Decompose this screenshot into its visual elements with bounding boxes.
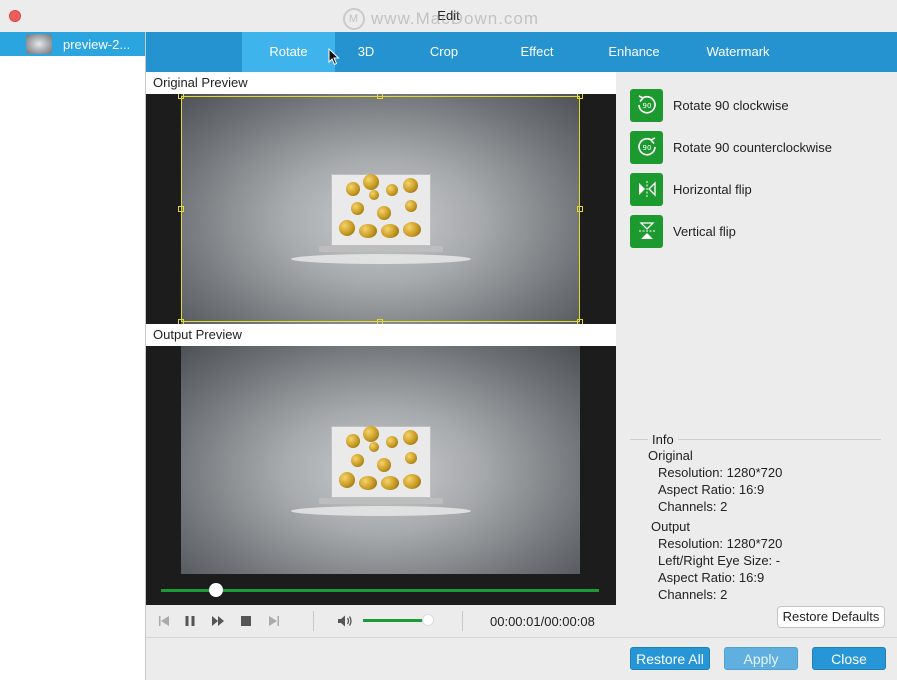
seek-track[interactable] xyxy=(161,589,599,592)
original-preview-label: Original Preview xyxy=(146,72,616,94)
restore-defaults-button[interactable]: Restore Defaults xyxy=(777,606,885,628)
tab-effect[interactable]: Effect xyxy=(506,32,568,72)
sidebar-item-file[interactable]: preview-2... xyxy=(0,32,145,56)
crop-handle[interactable] xyxy=(577,206,583,212)
original-preview-video xyxy=(146,94,616,324)
tab-3d[interactable]: 3D xyxy=(342,32,390,72)
output-preview-video xyxy=(146,346,616,575)
tab-watermark[interactable]: Watermark xyxy=(700,32,776,72)
divider xyxy=(462,611,463,631)
file-list-sidebar: preview-2... xyxy=(0,32,146,680)
skip-back-icon[interactable] xyxy=(156,613,172,629)
fast-forward-icon[interactable] xyxy=(210,613,226,629)
info-original-resolution: Resolution: 1280*720 xyxy=(658,465,783,480)
sidebar-item-label: preview-2... xyxy=(63,36,131,52)
horizontal-flip-button[interactable]: Horizontal flip xyxy=(630,172,752,206)
footer-bar: Restore All Apply Close xyxy=(146,637,897,680)
watermark-text: www.MacDown.com xyxy=(371,9,540,28)
volume-track[interactable] xyxy=(363,619,431,622)
rotate-clockwise-button[interactable]: 90 Rotate 90 clockwise xyxy=(630,88,789,122)
watermark: M www.MacDown.com xyxy=(343,7,539,31)
player-controls: 00:00:01/00:00:08 xyxy=(146,605,616,637)
info-original-channels: Channels: 2 xyxy=(658,499,728,514)
crop-selection-box[interactable] xyxy=(181,96,580,322)
info-output-aspect-ratio: Aspect Ratio: 16:9 xyxy=(658,570,765,585)
info-output-channels: Channels: 2 xyxy=(658,587,728,602)
watermark-logo: M xyxy=(343,8,365,30)
rotate-options-panel: 90 Rotate 90 clockwise 90 Rotate 90 coun… xyxy=(616,72,897,637)
stop-icon[interactable] xyxy=(238,613,254,629)
apply-button[interactable]: Apply xyxy=(724,647,798,670)
rotate-counterclockwise-label: Rotate 90 counterclockwise xyxy=(673,139,832,155)
close-button[interactable]: Close xyxy=(812,647,886,670)
rotate-clockwise-icon: 90 xyxy=(630,88,663,122)
divider xyxy=(313,611,314,631)
timecode-display: 00:00:01/00:00:08 xyxy=(490,614,595,629)
skip-forward-icon[interactable] xyxy=(266,613,282,629)
info-output-resolution: Resolution: 1280*720 xyxy=(658,536,783,551)
volume-handle[interactable] xyxy=(421,614,434,626)
seek-bar xyxy=(146,575,616,605)
volume-icon[interactable] xyxy=(336,613,354,629)
horizontal-flip-icon xyxy=(630,172,663,206)
svg-text:90: 90 xyxy=(642,102,651,110)
crop-handle[interactable] xyxy=(377,94,383,99)
vertical-flip-label: Vertical flip xyxy=(673,223,736,239)
info-output-heading: Output xyxy=(651,519,691,534)
output-preview-label: Output Preview xyxy=(146,324,616,346)
horizontal-flip-label: Horizontal flip xyxy=(673,181,752,197)
output-video-frame xyxy=(181,346,580,574)
rotate-counterclockwise-icon: 90 xyxy=(630,130,663,164)
rotate-clockwise-label: Rotate 90 clockwise xyxy=(673,97,789,113)
crop-handle[interactable] xyxy=(178,94,184,99)
tab-enhance[interactable]: Enhance xyxy=(598,32,670,72)
edit-tab-bar: Rotate 3D Crop Effect Enhance Watermark xyxy=(146,32,897,72)
title-bar: Edit M www.MacDown.com xyxy=(0,0,897,32)
vertical-flip-icon xyxy=(630,214,663,248)
info-original-aspect-ratio: Aspect Ratio: 16:9 xyxy=(658,482,765,497)
vertical-flip-button[interactable]: Vertical flip xyxy=(630,214,736,248)
info-title: Info xyxy=(648,432,678,447)
tab-rotate[interactable]: Rotate xyxy=(242,32,335,72)
rotate-counterclockwise-button[interactable]: 90 Rotate 90 counterclockwise xyxy=(630,130,832,164)
pause-icon[interactable] xyxy=(182,613,198,629)
info-original-heading: Original xyxy=(648,448,693,463)
crop-handle[interactable] xyxy=(178,206,184,212)
info-output-eye-size: Left/Right Eye Size: - xyxy=(658,553,781,568)
svg-text:90: 90 xyxy=(642,144,651,152)
seek-handle[interactable] xyxy=(208,583,223,597)
restore-all-button[interactable]: Restore All xyxy=(630,647,710,670)
mouse-cursor-icon xyxy=(328,48,340,66)
tab-crop[interactable]: Crop xyxy=(416,32,472,72)
file-thumbnail xyxy=(26,34,52,54)
crop-handle[interactable] xyxy=(577,94,583,99)
